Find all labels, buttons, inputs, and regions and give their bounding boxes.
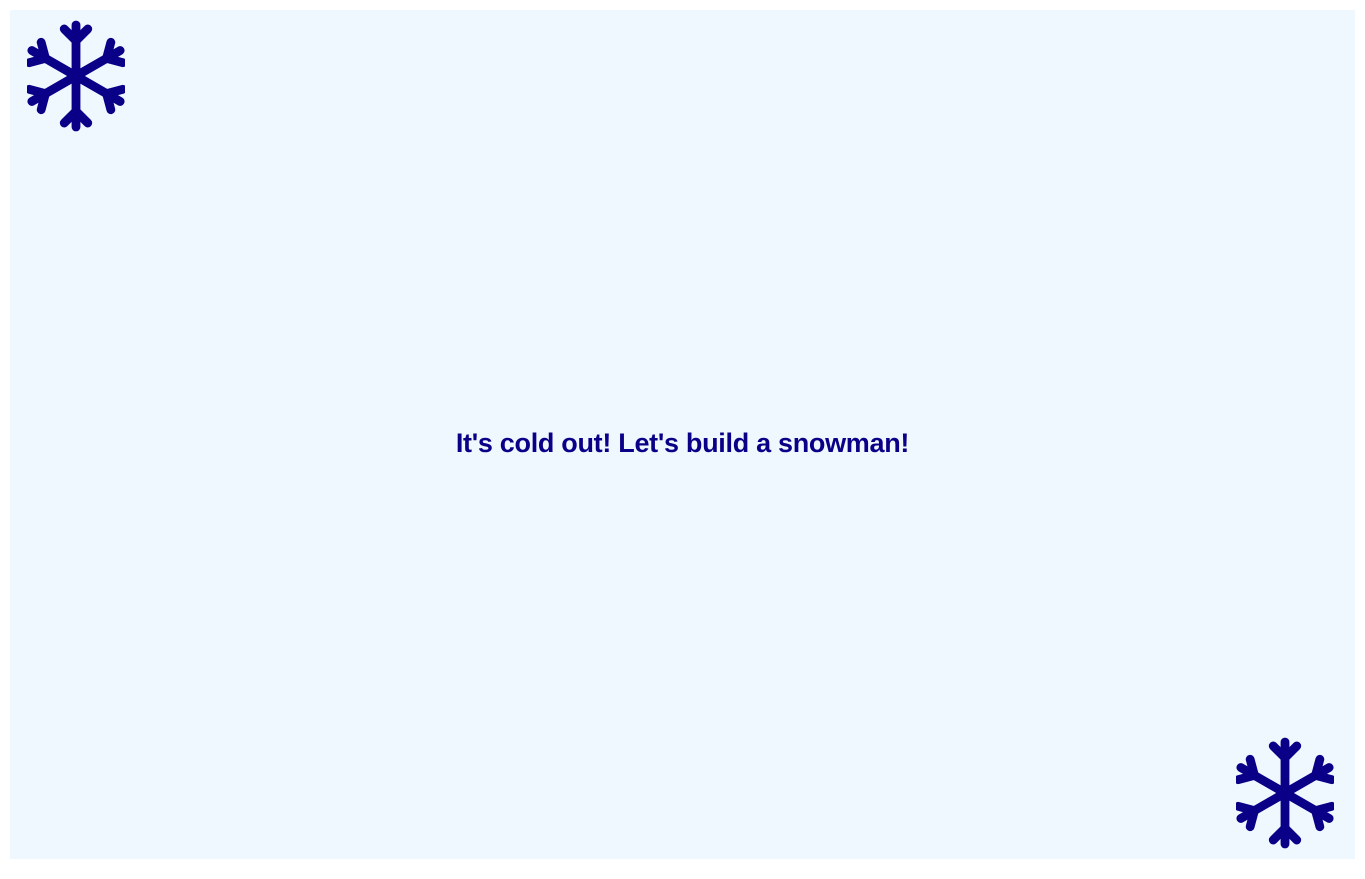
snowflake-icon <box>1236 737 1334 849</box>
page-canvas: It's cold out! Let's build a snowman! <box>10 10 1355 859</box>
snowflake-icon-bottom-right <box>1236 736 1334 850</box>
snowflake-icon <box>27 20 125 132</box>
snowflake-icon-top-left <box>27 19 125 133</box>
page-message: It's cold out! Let's build a snowman! <box>455 428 910 458</box>
